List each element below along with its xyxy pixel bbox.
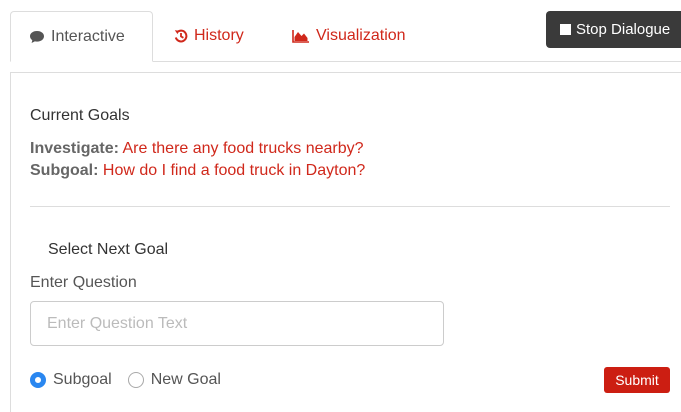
- goal-type-radio-group: Subgoal New Goal: [30, 368, 237, 392]
- submit-label: Submit: [615, 372, 659, 388]
- subgoal-radio-label[interactable]: Subgoal: [53, 371, 112, 389]
- new-goal-radio[interactable]: [127, 372, 144, 388]
- stop-dialogue-button[interactable]: Stop Dialogue: [546, 11, 681, 48]
- submit-button[interactable]: Submit: [604, 367, 670, 393]
- subgoal-label: Subgoal:: [30, 162, 99, 179]
- enter-question-label: Enter Question: [30, 274, 137, 291]
- history-icon: [174, 29, 188, 43]
- dialogue-app: Interactive History Visualization Stop D…: [0, 0, 681, 412]
- new-goal-radio-label[interactable]: New Goal: [151, 371, 221, 389]
- subgoal-goal: Subgoal: How do I find a food truck in D…: [30, 162, 365, 180]
- tab-history-label: History: [194, 27, 244, 44]
- tab-history[interactable]: History: [174, 11, 274, 61]
- stop-square-icon: [560, 24, 571, 35]
- tab-interactive-label: Interactive: [51, 27, 125, 45]
- select-next-goal-heading: Select Next Goal: [48, 241, 169, 258]
- tab-interactive[interactable]: Interactive: [10, 11, 153, 62]
- investigate-goal: Investigate: Are there any food trucks n…: [30, 140, 364, 158]
- section-divider: [30, 206, 670, 207]
- tab-visualization[interactable]: Visualization: [292, 11, 452, 61]
- current-goals-heading: Current Goals: [30, 107, 130, 124]
- comment-icon: [30, 30, 44, 43]
- question-input[interactable]: [30, 301, 444, 346]
- investigate-value: Are there any food trucks nearby?: [122, 140, 364, 157]
- area-chart-icon: [292, 30, 309, 43]
- investigate-label: Investigate:: [30, 140, 119, 157]
- subgoal-radio[interactable]: [30, 372, 46, 388]
- tab-visualization-label: Visualization: [316, 27, 406, 44]
- subgoal-value: How do I find a food truck in Dayton?: [102, 162, 366, 179]
- stop-dialogue-label: Stop Dialogue: [576, 21, 671, 38]
